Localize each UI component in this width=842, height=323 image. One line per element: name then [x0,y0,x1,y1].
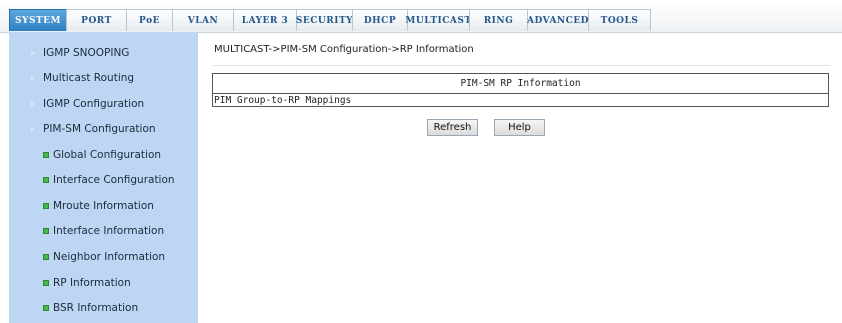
square-bullet-icon [43,280,49,286]
sidebar-item-label: Neighbor Information [53,251,166,263]
sidebar-item-label: Global Configuration [53,149,162,161]
square-bullet-icon [43,305,49,311]
tab-layer3[interactable]: LAYER 3 [233,9,297,31]
sidebar-item-multicast-routing[interactable]: Multicast Routing [9,66,198,90]
tab-system[interactable]: SYSTEM [9,9,67,31]
square-bullet-icon [43,177,49,183]
rp-information-table: PIM-SM RP Information PIM Group-to-RP Ma… [212,73,829,107]
sidebar-item-rp-information[interactable]: RP Information [9,271,198,295]
top-navigation-bar: SYSTEM PORT PoE VLAN LAYER 3 SECURITY DH… [0,0,842,33]
tab-poe[interactable]: PoE [126,9,173,31]
arrow-right-icon [31,75,35,81]
breadcrumb: MULTICAST->PIM-SM Configuration->RP Info… [214,44,474,55]
square-bullet-icon [43,203,49,209]
table-row: PIM Group-to-RP Mappings [214,94,352,106]
sidebar-item-global-configuration[interactable]: Global Configuration [9,143,198,167]
help-button[interactable]: Help [494,119,545,136]
sidebar-item-interface-information[interactable]: Interface Information [9,219,198,243]
sidebar-item-label: RP Information [53,277,131,289]
sidebar-item-label: Interface Configuration [53,174,175,186]
tab-ring[interactable]: RING [469,9,528,31]
sidebar-item-mroute-information[interactable]: Mroute Information [9,194,198,218]
tab-dhcp[interactable]: DHCP [352,9,408,31]
tab-port[interactable]: PORT [66,9,127,31]
sidebar-item-igmp-snooping[interactable]: IGMP SNOOPING [9,41,198,65]
tab-multicast[interactable]: MULTICAST [405,9,471,31]
sidebar-item-bsr-information[interactable]: BSR Information [9,296,198,320]
sidebar-item-igmp-configuration[interactable]: IGMP Configuration [9,92,198,116]
sidebar-item-label: Multicast Routing [43,72,135,84]
sidebar-item-label: IGMP SNOOPING [43,47,130,59]
table-title: PIM-SM RP Information [213,74,828,94]
square-bullet-icon [43,254,49,260]
square-bullet-icon [43,152,49,158]
tab-advanced[interactable]: ADVANCED [527,9,589,31]
sidebar-item-pim-sm-configuration[interactable]: PIM-SM Configuration [9,117,198,141]
tab-vlan[interactable]: VLAN [172,9,234,31]
sidebar-item-neighbor-information[interactable]: Neighbor Information [9,245,198,269]
tab-security[interactable]: SECURITY [296,9,353,31]
arrow-right-icon [31,101,35,107]
divider [212,65,830,66]
sidebar: IGMP SNOOPING Multicast Routing IGMP Con… [9,32,198,323]
sidebar-item-label: BSR Information [53,302,139,314]
sidebar-item-label: PIM-SM Configuration [43,123,156,135]
arrow-right-icon [31,126,35,132]
refresh-button[interactable]: Refresh [427,119,478,136]
tab-strip: SYSTEM PORT PoE VLAN LAYER 3 SECURITY DH… [9,9,651,31]
sidebar-item-label: Mroute Information [53,200,154,212]
tab-tools[interactable]: TOOLS [588,9,651,31]
arrow-right-icon [31,50,35,56]
square-bullet-icon [43,228,49,234]
sidebar-item-interface-configuration[interactable]: Interface Configuration [9,168,198,192]
sidebar-item-label: Interface Information [53,225,165,237]
sidebar-item-label: IGMP Configuration [43,98,145,110]
